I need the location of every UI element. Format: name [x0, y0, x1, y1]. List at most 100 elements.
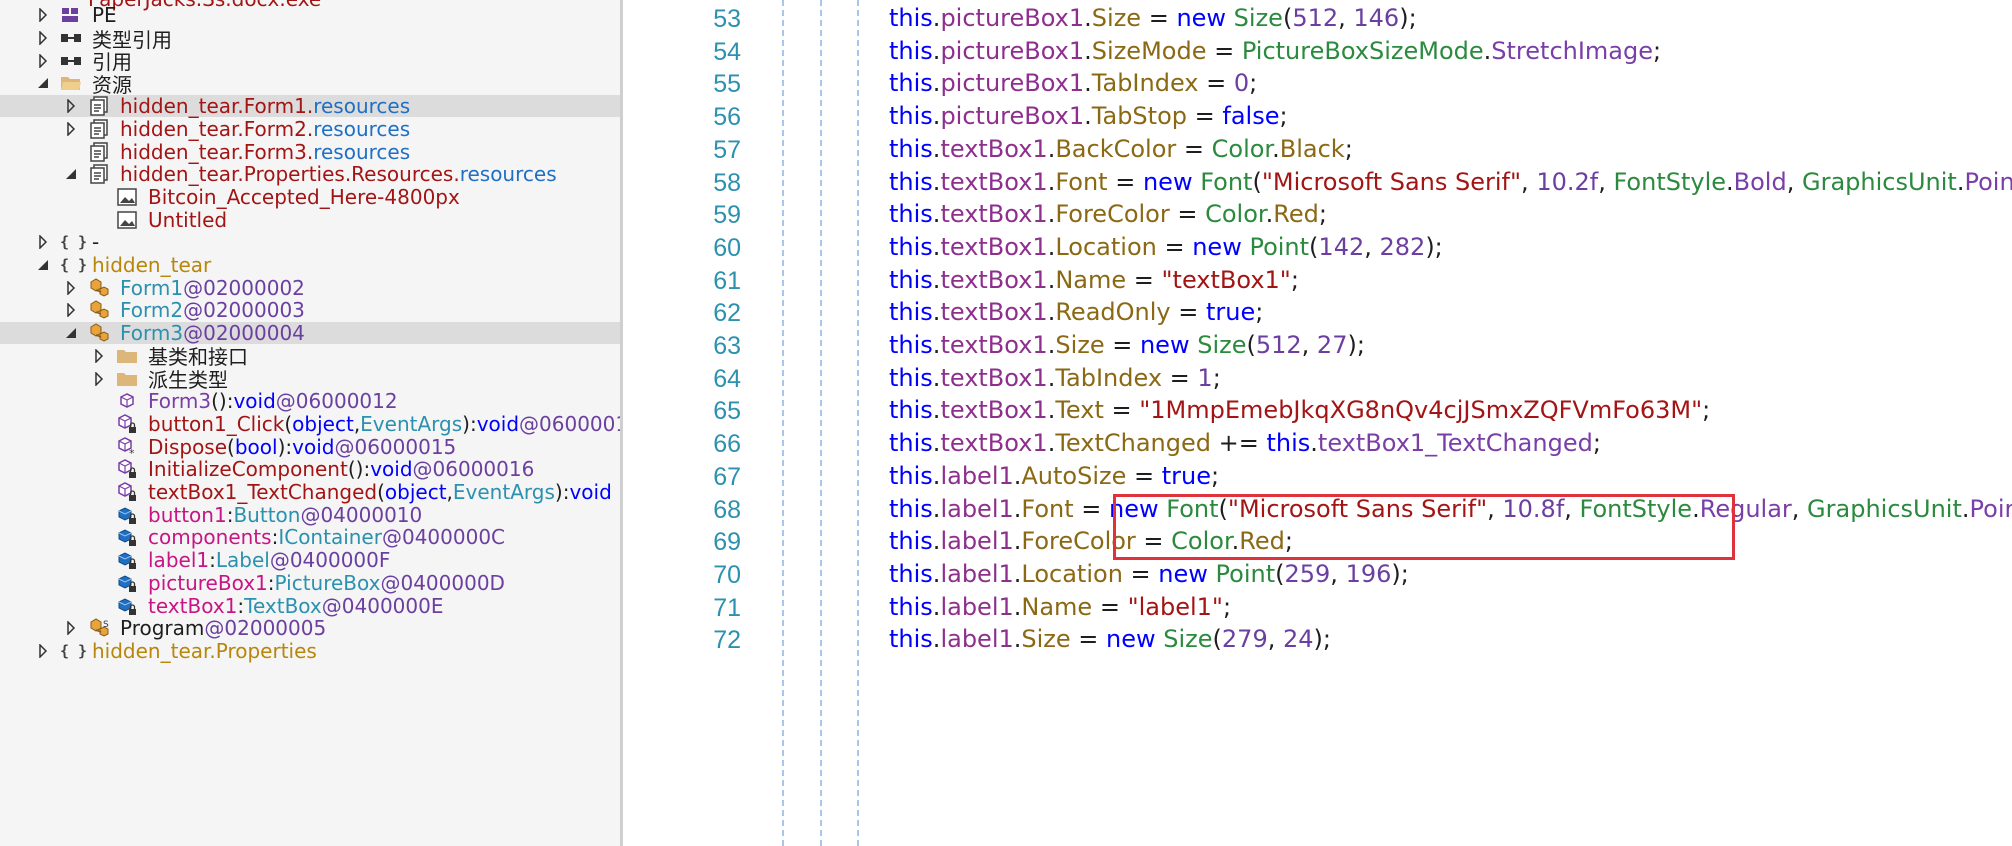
private-method-icon — [116, 458, 138, 480]
no-arrow — [64, 145, 78, 159]
code-line[interactable]: 72 this.label1.Size = new Size(279, 24); — [667, 621, 2012, 663]
tree-item-form2[interactable]: Form2 @02000003 — [0, 298, 620, 322]
tree-item-bitcoin-img[interactable]: Bitcoin_Accepted_Here-4800px — [0, 185, 620, 209]
tree-item-label: Untitled — [148, 207, 228, 232]
line-number: 57 — [713, 135, 741, 164]
line-number: 62 — [713, 299, 741, 328]
namespace-icon: { } — [60, 256, 88, 275]
collapsed-arrow-icon[interactable] — [64, 121, 78, 136]
param-type: EventArgs — [360, 411, 463, 436]
metadata-token: @0400000C — [381, 525, 506, 550]
collapsed-arrow-icon[interactable] — [36, 235, 50, 250]
tree-item-f-textbox1[interactable]: textBox1 : TextBox @0400000E — [0, 593, 620, 618]
line-number: 66 — [713, 430, 741, 459]
method-signature: () — [211, 389, 227, 414]
expanded-arrow-icon[interactable] — [36, 258, 50, 272]
image-icon — [116, 186, 138, 208]
type-separator: : — [469, 411, 477, 436]
pe-icon — [60, 4, 82, 26]
line-number: 55 — [713, 70, 741, 99]
collapsed-arrow-icon[interactable] — [64, 280, 78, 295]
metadata-token: @0400000F — [269, 548, 391, 573]
tree-item-label: Dispose — [148, 434, 228, 459]
tree-item-dispose[interactable]: * Dispose(bool) : void @06000015 — [0, 434, 620, 459]
tree-item-form3[interactable]: Form3 @02000004 — [0, 321, 620, 345]
svg-text:S: S — [103, 620, 109, 630]
private-field-icon — [116, 504, 138, 526]
collapsed-arrow-icon[interactable] — [36, 8, 50, 23]
no-arrow — [92, 190, 106, 204]
collapsed-arrow-icon[interactable] — [64, 621, 78, 636]
type-separator: : — [226, 389, 234, 414]
tree-item-ns-hidden[interactable]: { } hidden_tear — [0, 253, 620, 277]
collapsed-arrow-icon[interactable] — [64, 99, 78, 114]
tree-item-label: pictureBox1 — [148, 570, 268, 595]
folder-icon — [116, 345, 138, 367]
tree-item-derived-types[interactable]: 派生类型 — [0, 367, 620, 392]
tree-item-ns-empty[interactable]: { } - — [0, 230, 620, 254]
tree-item-ns-props[interactable]: { } hidden_tear.Properties — [0, 638, 620, 663]
tree-item-form3-res[interactable]: hidden_tear.Form3. resources — [0, 140, 620, 164]
tree-item-form1[interactable]: Form1 @02000002 — [0, 276, 620, 300]
expanded-arrow-icon[interactable] — [64, 326, 78, 340]
resource-suffix: resources — [459, 162, 557, 187]
static-class-icon: S — [88, 617, 110, 639]
line-number: 71 — [713, 593, 741, 622]
no-arrow — [92, 440, 106, 454]
tree-item-label: components — [148, 525, 272, 550]
line-number: 70 — [713, 560, 741, 589]
metadata-token: @06000012 — [275, 389, 398, 414]
return-type: void — [233, 389, 276, 414]
tree-item-base-types[interactable]: 基类和接口 — [0, 345, 620, 369]
tree-item-props-res[interactable]: hidden_tear.Properties.Resources. resourc… — [0, 162, 620, 187]
tree-item-f-picturebox1[interactable]: pictureBox1 : PictureBox @0400000D — [0, 570, 620, 595]
no-arrow — [92, 508, 106, 522]
image-icon — [116, 209, 138, 231]
type-separator: : — [226, 502, 234, 527]
expanded-arrow-icon[interactable] — [36, 76, 50, 90]
tree-item-form1-res[interactable]: hidden_tear.Form1. resources — [0, 94, 620, 118]
tree-item-f-button1[interactable]: button1 : Button @04000010 — [0, 502, 620, 527]
pane-gap — [623, 0, 667, 846]
no-arrow — [92, 213, 106, 227]
tree-item-f-label1[interactable]: label1 : Label @0400000F — [0, 548, 620, 573]
tree-item-f-components[interactable]: components : IContainer @0400000C — [0, 525, 620, 550]
type-separator: : — [209, 548, 216, 573]
tree-item-ctor[interactable]: Form3() : void @06000012 — [0, 389, 620, 414]
expanded-arrow-icon[interactable] — [64, 167, 78, 181]
tree-item-untitled-img[interactable]: Untitled — [0, 207, 620, 232]
code-text: this.pictureBox1.TabIndex = 0; — [889, 69, 1258, 98]
tree-item-form2-res[interactable]: hidden_tear.Form2. resources — [0, 117, 620, 141]
code-text: this.textBox1.ReadOnly = true; — [889, 298, 1264, 327]
tree-item-textbox-changed[interactable]: textBox1_TextChanged(object, EventArgs) … — [0, 480, 620, 505]
tree-item-resources[interactable]: 资源 — [0, 72, 620, 97]
metadata-token: @04000010 — [300, 502, 423, 527]
metadata-token: @0400000E — [321, 593, 444, 618]
tree-item-label: Program — [120, 616, 205, 641]
type-separator: : — [562, 480, 570, 505]
code-editor[interactable]: 53 this.pictureBox1.Size = new Size(512, … — [667, 0, 2012, 846]
collapsed-arrow-icon[interactable] — [36, 643, 50, 658]
tree-item-init-comp[interactable]: InitializeComponent() : void @06000016 — [0, 457, 620, 482]
collapsed-arrow-icon[interactable] — [92, 371, 106, 386]
assembly-explorer[interactable]: PaperJacks.Ss.docx.exe PE类型引用引用资源hidden_… — [0, 0, 620, 846]
type-separator: : — [267, 570, 275, 595]
method-icon — [116, 390, 138, 412]
tree-item-button1-click[interactable]: button1_Click(object, EventArgs) : void … — [0, 411, 620, 436]
tree-item-label: hidden_tear.Properties — [92, 638, 317, 663]
collapsed-arrow-icon[interactable] — [64, 303, 78, 318]
override-method-icon: * — [116, 436, 138, 458]
collapsed-arrow-icon[interactable] — [92, 348, 106, 363]
no-arrow — [92, 485, 106, 499]
private-field-icon — [116, 526, 138, 548]
type-separator: : — [363, 457, 371, 482]
folder-icon — [116, 368, 138, 390]
paren: ) — [554, 480, 563, 505]
resource-file-icon — [88, 95, 110, 117]
collapsed-arrow-icon[interactable] — [36, 31, 50, 46]
tree-item-label: label1 — [148, 548, 210, 573]
collapsed-arrow-icon[interactable] — [36, 53, 50, 68]
tree-item-program[interactable]: S Program @02000005 — [0, 616, 620, 641]
tree-item-label: textBox1_TextChanged — [148, 480, 378, 505]
class-icon — [88, 322, 110, 344]
